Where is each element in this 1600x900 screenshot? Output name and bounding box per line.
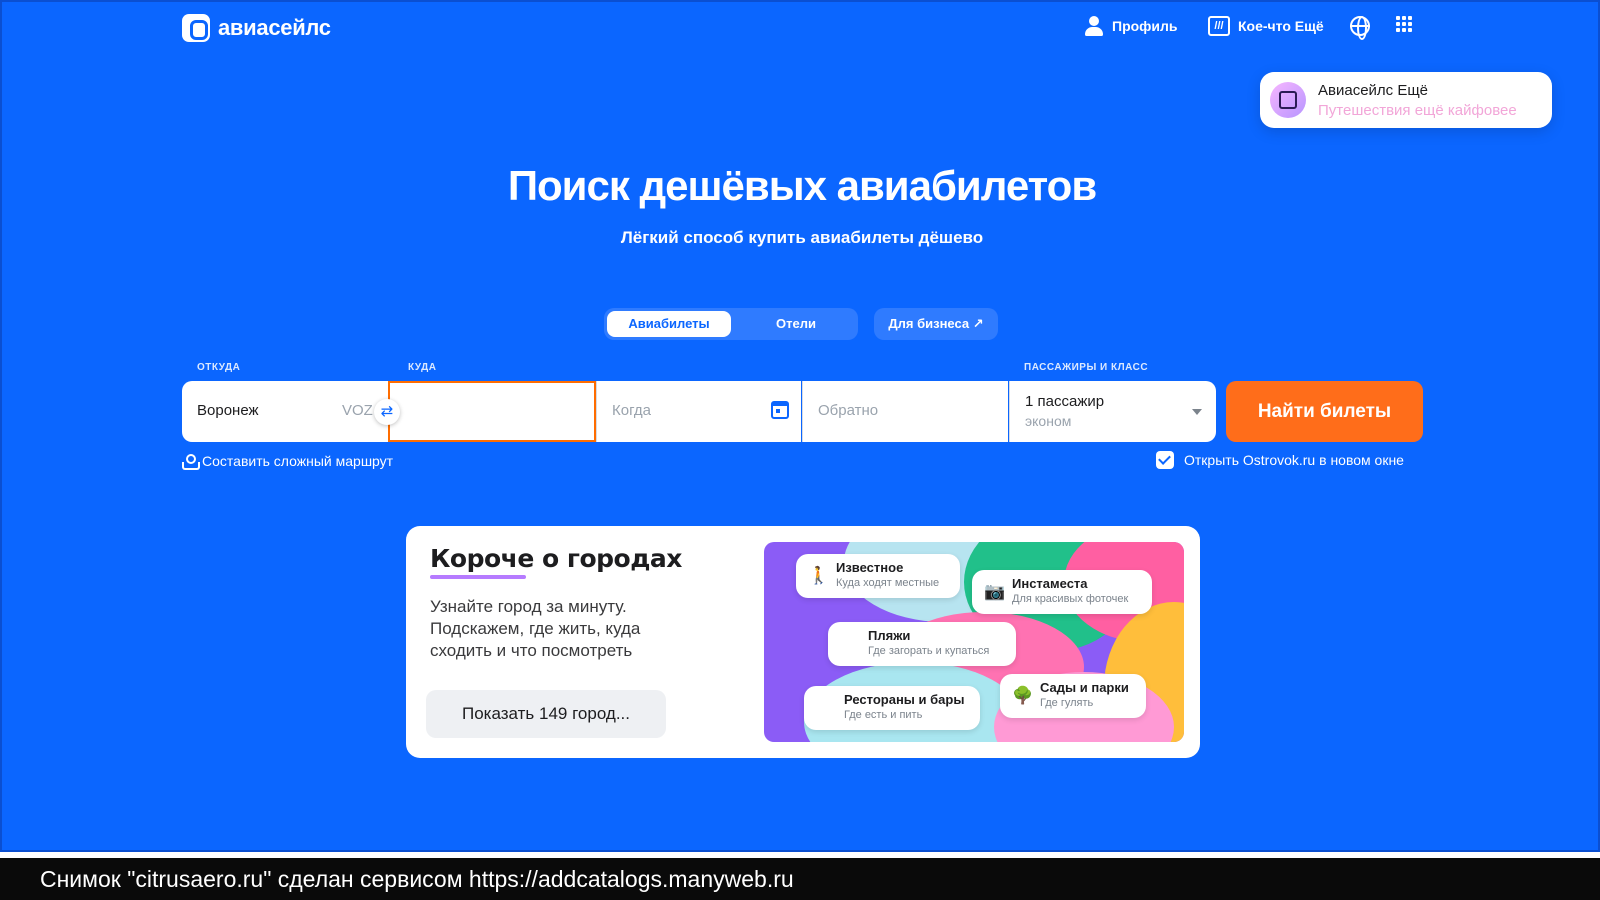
to-field[interactable] [388, 381, 596, 442]
class-value: эконом [1025, 413, 1072, 429]
tab-hotels[interactable]: Отели [734, 311, 858, 337]
search-tabs: Авиабилеты Отели [604, 308, 858, 340]
to-label: КУДА [408, 362, 437, 373]
chip-famous[interactable]: 🚶 Известное Куда ходят местные [796, 554, 960, 598]
aviasales-more-icon [1270, 82, 1306, 118]
user-icon [1084, 16, 1104, 36]
page-title: Поиск дешёвых авиабилетов [507, 162, 1097, 209]
nav-profile-label: Профиль [1112, 18, 1178, 34]
complex-route-label: Составить сложный маршрут [202, 453, 394, 469]
plate-icon: 🍽 [816, 698, 838, 717]
search-form: Воронеж VOZ ⇄ Когда Обратно 1 пассажир э… [182, 381, 1216, 442]
ostrovok-checkbox[interactable] [1156, 451, 1174, 469]
show-cities-button[interactable]: Показать 149 город... [426, 690, 666, 738]
promo-subtitle: Путешествия ещё кайфовее [1318, 102, 1517, 119]
logo[interactable]: авиасейлс [182, 14, 331, 42]
when-field[interactable]: Когда [596, 381, 801, 442]
return-field[interactable]: Обратно [802, 381, 1008, 442]
cities-description: Узнайте город за минуту. Подскажем, где … [430, 597, 641, 660]
walking-person-icon: 🚶 [808, 566, 830, 585]
route-icon [182, 454, 200, 470]
screenshot-caption-bar: Снимок "citrusaero.ru" сделан сервисом h… [0, 858, 1600, 900]
from-field[interactable]: Воронеж VOZ [182, 381, 388, 442]
cities-title: Короче о городах [430, 544, 682, 573]
from-value: Воронеж [197, 402, 259, 419]
logo-icon [182, 14, 210, 42]
chip-instaplaces[interactable]: 📷 Инстаместа Для красивых фоточек [972, 570, 1152, 614]
passengers-field[interactable]: 1 пассажир эконом [1009, 381, 1216, 442]
find-tickets-button[interactable]: Найти билеты [1226, 381, 1423, 442]
tab-flights[interactable]: Авиабилеты [607, 311, 731, 337]
passengers-label: ПАССАЖИРЫ И КЛАСС [1024, 362, 1149, 373]
swap-icon[interactable]: ⇄ [374, 399, 400, 425]
from-label: ОТКУДА [197, 362, 241, 373]
language-button[interactable] [1350, 16, 1370, 40]
tab-business[interactable]: Для бизнеса ↗ [874, 308, 998, 340]
ostrovok-option[interactable]: Открыть Ostrovok.ru в новом окне [1156, 451, 1404, 469]
aviasales-more-icon: /// [1208, 16, 1230, 36]
apps-menu-button[interactable] [1396, 16, 1412, 32]
camera-icon: 📷 [984, 582, 1006, 601]
when-placeholder: Когда [612, 402, 651, 419]
ostrovok-label: Открыть Ostrovok.ru в новом окне [1184, 452, 1404, 468]
passengers-value: 1 пассажир [1025, 393, 1105, 410]
nav-profile[interactable]: Профиль [1084, 16, 1178, 36]
page-subtitle: Лёгкий способ купить авиабилеты дёшево [620, 228, 984, 247]
globe-icon [1350, 16, 1370, 40]
chip-parks[interactable]: 🌳 Сады и парки Где гулять [1000, 674, 1146, 718]
screenshot-caption: Снимок "citrusaero.ru" сделан сервисом h… [40, 866, 794, 892]
page-background: авиасейлс Профиль /// Кое-что Ещё Авиасе… [0, 0, 1600, 852]
grid-icon [1396, 16, 1412, 32]
from-iata: VOZ [342, 402, 373, 419]
chevron-down-icon [1192, 409, 1202, 415]
cities-card: Короче о городах Узнайте город за минуту… [406, 526, 1200, 758]
title-underline [430, 575, 526, 579]
calendar-icon [771, 401, 789, 419]
nav-more-label: Кое-что Ещё [1238, 18, 1324, 34]
complex-route-link[interactable]: Составить сложный маршрут [182, 453, 394, 470]
tree-icon: 🌳 [1012, 686, 1034, 705]
nav-more[interactable]: /// Кое-что Ещё [1208, 16, 1324, 36]
cities-map-illustration[interactable]: 🚶 Известное Куда ходят местные 📷 Инстаме… [764, 542, 1184, 742]
chip-restaurants[interactable]: 🍽 Рестораны и бары Где есть и пить [804, 686, 980, 730]
promo-title: Авиасейлс Ещё [1318, 82, 1429, 99]
logo-text: авиасейлс [218, 15, 331, 40]
beach-icon: 🏖 [840, 634, 862, 653]
return-placeholder: Обратно [818, 402, 879, 419]
chip-beaches[interactable]: 🏖 Пляжи Где загорать и купаться [828, 622, 1016, 666]
promo-card[interactable]: Авиасейлс Ещё Путешествия ещё кайфовее [1260, 72, 1552, 128]
